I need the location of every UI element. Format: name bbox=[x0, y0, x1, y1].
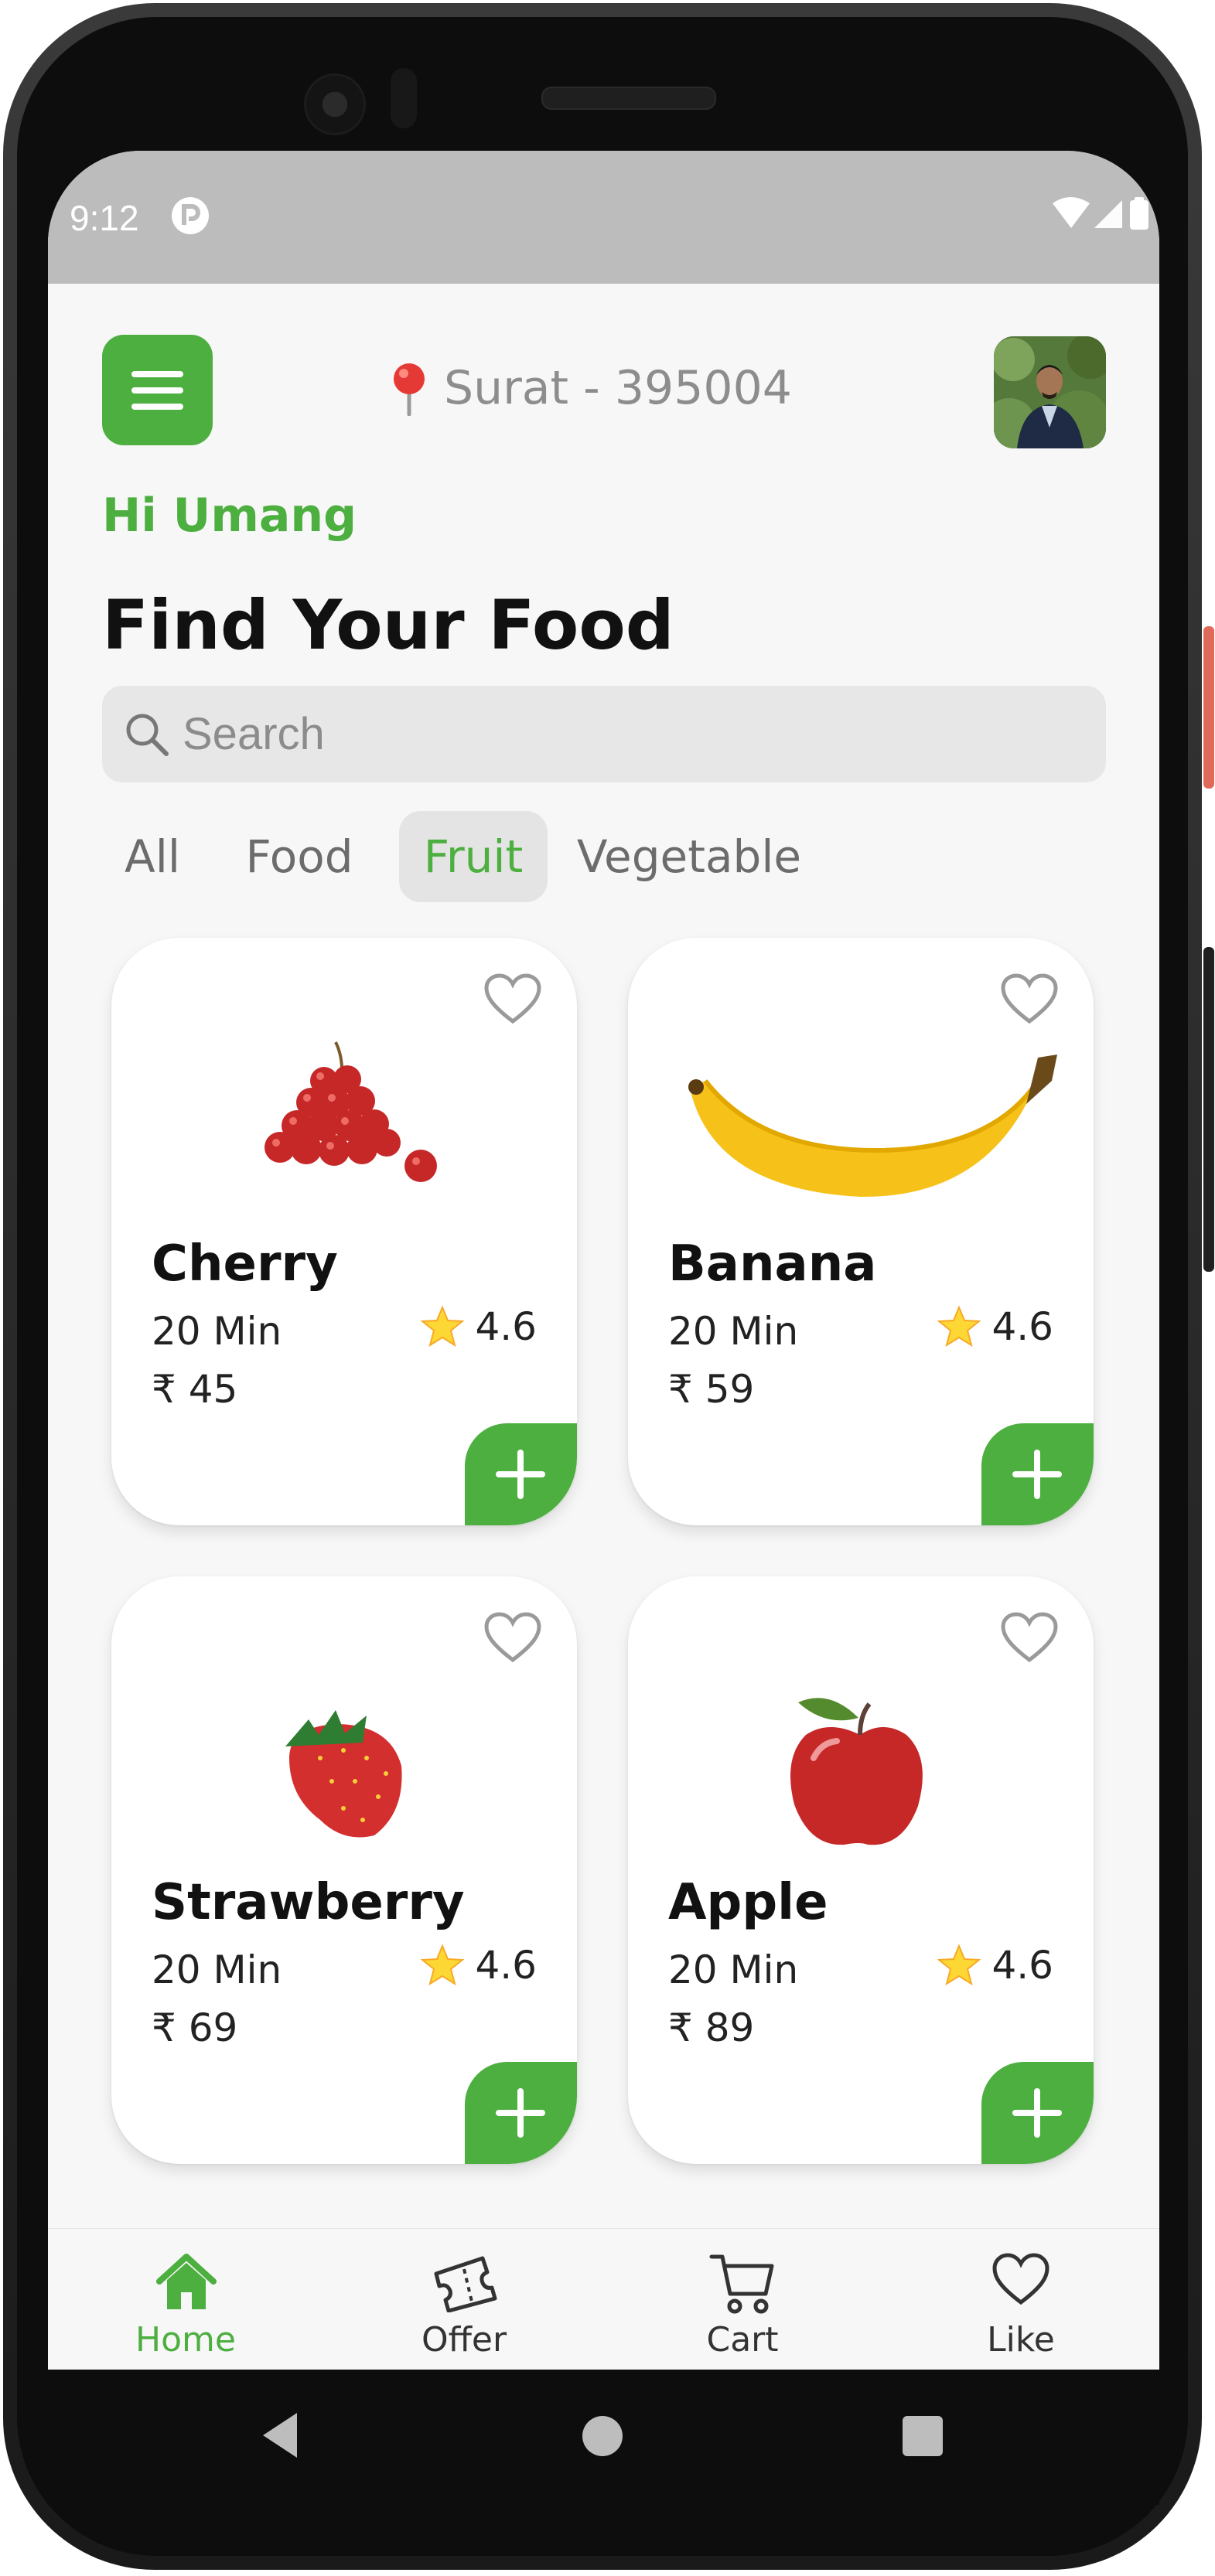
app-screen: 9:12 Surat - 395004 Hi Umang Find Your F… bbox=[48, 151, 1159, 2370]
star-icon bbox=[421, 1944, 465, 1986]
search-icon bbox=[126, 714, 169, 756]
nav-offer-label: Offer bbox=[421, 2320, 507, 2360]
bottom-navigation: Home Offer Cart Like bbox=[48, 2228, 1159, 2370]
avatar[interactable] bbox=[994, 336, 1106, 448]
tab-fruit[interactable]: Fruit bbox=[399, 811, 548, 902]
product-name: Cherry bbox=[152, 1235, 338, 1293]
nav-like[interactable]: Like bbox=[936, 2244, 1106, 2360]
product-price: ₹ 45 bbox=[152, 1367, 238, 1412]
signal-icon bbox=[1094, 200, 1122, 228]
tab-vegetable[interactable]: Vegetable bbox=[569, 811, 809, 902]
favorite-heart-icon[interactable] bbox=[483, 1611, 542, 1664]
product-card-cherry[interactable]: Cherry 20 Min 4.6 ₹ 45 bbox=[111, 938, 577, 1525]
hamburger-line bbox=[131, 387, 183, 394]
star-icon bbox=[937, 1306, 981, 1348]
add-to-cart-button[interactable] bbox=[981, 1423, 1094, 1525]
nav-home-label: Home bbox=[135, 2320, 236, 2360]
pin-icon bbox=[394, 363, 425, 416]
power-button bbox=[1203, 626, 1214, 789]
plus-icon bbox=[496, 2088, 545, 2138]
product-card-strawberry[interactable]: Strawberry 20 Min 4.6 ₹ 69 bbox=[111, 1576, 577, 2164]
heart-icon bbox=[992, 2253, 1049, 2305]
nav-like-label: Like bbox=[987, 2320, 1055, 2360]
menu-button[interactable] bbox=[102, 335, 213, 445]
home-circle-icon[interactable] bbox=[581, 2414, 624, 2458]
strawberry-image bbox=[285, 1710, 402, 1838]
page-title: Find Your Food bbox=[102, 585, 674, 665]
rating-value: 4.6 bbox=[475, 1943, 537, 1988]
recents-icon[interactable] bbox=[901, 2414, 944, 2458]
plus-icon bbox=[1012, 1450, 1062, 1499]
home-content: Surat - 395004 Hi Umang Find Your Food S… bbox=[48, 284, 1159, 2370]
nav-offer[interactable]: Offer bbox=[379, 2244, 549, 2360]
search-bar[interactable] bbox=[102, 686, 1106, 782]
battery-icon bbox=[1130, 197, 1148, 230]
nav-cart-label: Cart bbox=[706, 2320, 779, 2360]
status-bar: 9:12 bbox=[48, 151, 1159, 284]
system-navigation-bar bbox=[48, 2370, 1159, 2505]
location-text: Surat - 395004 bbox=[444, 361, 792, 415]
product-name: Banana bbox=[668, 1235, 877, 1293]
back-icon[interactable] bbox=[257, 2410, 303, 2461]
volume-button bbox=[1203, 947, 1214, 1272]
home-icon bbox=[156, 2254, 217, 2309]
hamburger-icon bbox=[131, 371, 183, 377]
ticket-icon bbox=[434, 2256, 497, 2312]
rating-value: 4.6 bbox=[991, 1943, 1053, 1988]
rating-value: 4.6 bbox=[991, 1304, 1053, 1349]
greeting-text: Hi Umang bbox=[102, 489, 357, 543]
status-icons bbox=[1051, 196, 1152, 237]
status-time: 9:12 bbox=[70, 198, 139, 238]
star-icon bbox=[937, 1944, 981, 1986]
wifi-icon bbox=[1053, 197, 1090, 228]
delivery-time: 20 Min bbox=[668, 1309, 799, 1354]
rating: 4.6 bbox=[421, 1304, 537, 1349]
app-notification-icon bbox=[172, 197, 209, 234]
earpiece-speaker bbox=[541, 87, 716, 110]
cherry-image bbox=[265, 1041, 437, 1182]
product-name: Strawberry bbox=[152, 1874, 465, 1931]
plus-icon bbox=[1012, 2088, 1062, 2138]
add-to-cart-button[interactable] bbox=[465, 2062, 577, 2164]
favorite-heart-icon[interactable] bbox=[483, 973, 542, 1025]
add-to-cart-button[interactable] bbox=[981, 2062, 1094, 2164]
banana-image bbox=[688, 1055, 1057, 1198]
product-card-banana[interactable]: Banana 20 Min 4.6 ₹ 59 bbox=[628, 938, 1094, 1525]
product-price: ₹ 89 bbox=[668, 2005, 755, 2050]
apple-image bbox=[790, 1698, 923, 1845]
delivery-time: 20 Min bbox=[668, 1947, 799, 1992]
product-name: Apple bbox=[668, 1874, 828, 1931]
star-icon bbox=[421, 1306, 465, 1348]
product-card-apple[interactable]: Apple 20 Min 4.6 ₹ 89 bbox=[628, 1576, 1094, 2164]
nav-cart[interactable]: Cart bbox=[657, 2244, 828, 2360]
add-to-cart-button[interactable] bbox=[465, 1423, 577, 1525]
rating: 4.6 bbox=[421, 1943, 537, 1988]
profile-photo bbox=[994, 336, 1106, 448]
favorite-heart-icon[interactable] bbox=[1000, 973, 1059, 1025]
rating: 4.6 bbox=[937, 1943, 1053, 1988]
rating: 4.6 bbox=[937, 1304, 1053, 1349]
front-camera bbox=[304, 73, 366, 135]
delivery-time: 20 Min bbox=[152, 1947, 282, 1992]
rating-value: 4.6 bbox=[475, 1304, 537, 1349]
product-price: ₹ 69 bbox=[152, 2005, 238, 2050]
search-input[interactable] bbox=[181, 707, 1035, 761]
product-price: ₹ 59 bbox=[668, 1367, 755, 1412]
cart-icon bbox=[709, 2254, 774, 2314]
tab-food[interactable]: Food bbox=[226, 811, 373, 902]
location-selector[interactable]: Surat - 395004 bbox=[388, 353, 792, 423]
plus-icon bbox=[496, 1450, 545, 1499]
nav-home[interactable]: Home bbox=[101, 2244, 271, 2360]
hamburger-line bbox=[131, 404, 183, 410]
favorite-heart-icon[interactable] bbox=[1000, 1611, 1059, 1664]
tab-all[interactable]: All bbox=[102, 811, 203, 902]
delivery-time: 20 Min bbox=[152, 1309, 282, 1354]
proximity-sensor bbox=[391, 68, 417, 128]
